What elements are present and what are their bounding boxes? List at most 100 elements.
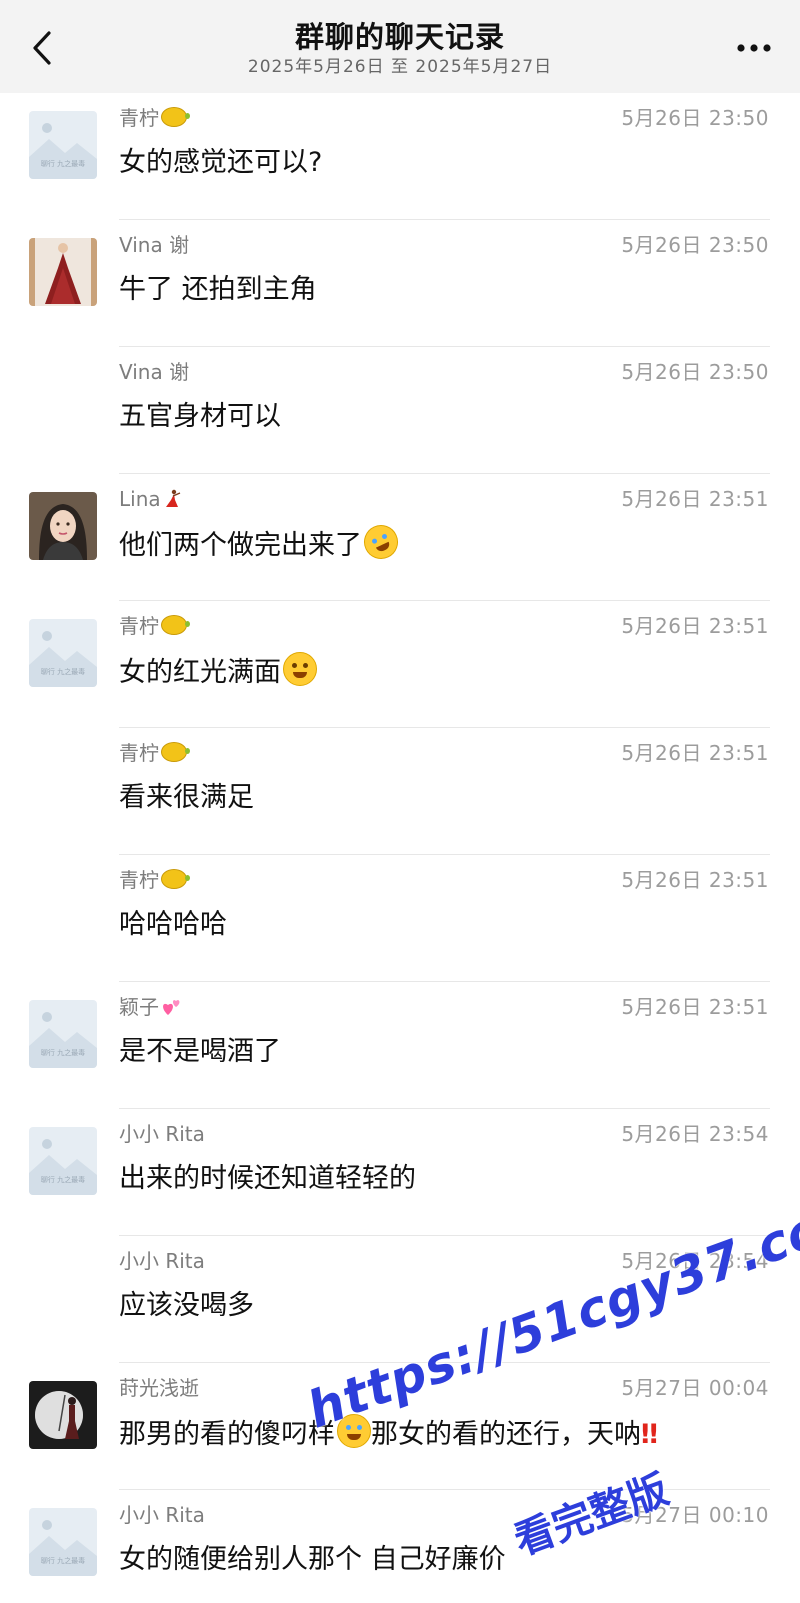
sender-name-text: Vina 谢 [119, 360, 190, 384]
rolling-laugh-emoji-icon [358, 519, 404, 565]
sender-name-text: 小小 Rita [119, 1503, 205, 1527]
more-options-button[interactable] [730, 26, 778, 70]
message-text[interactable]: 他们两个做完出来了 [119, 519, 404, 565]
avatar[interactable]: 聊行 九之最毒 [29, 619, 97, 687]
message-item[interactable]: 青柠 5月26日 23:51 哈哈哈哈 [0, 855, 800, 982]
message-item[interactable]: 聊行 九之最毒 青柠 5月26日 23:50 女的感觉还可以? [0, 93, 800, 220]
message-time: 5月26日 23:50 [621, 360, 769, 384]
avatar[interactable]: 聊行 九之最毒 [29, 111, 97, 179]
date-range: 2025年5月26日 至 2025年5月27日 [247, 57, 553, 77]
sender-name: Lina [119, 484, 183, 514]
message-item[interactable]: 聊行 九之最毒 小小 Rita 5月27日 00:10 女的随便给别人那个 自己好廉价 [0, 1490, 800, 1603]
sender-name: 青柠 [119, 103, 190, 133]
message-text-content: 是不是喝酒了 [119, 1036, 281, 1067]
sender-name: 颖子 [119, 992, 183, 1022]
sender-name: 莳光浅逝 [119, 1373, 199, 1403]
sender-name-text: 青柠 [119, 868, 159, 892]
message-text[interactable]: 是不是喝酒了 [119, 1033, 281, 1071]
sender-name-text: Vina 谢 [119, 233, 190, 257]
page-title: 群聊的聊天记录 [294, 20, 505, 54]
dancer-emoji-icon [165, 489, 180, 507]
message-text-content: 女的随便给别人那个 自己好廉价 [119, 1544, 506, 1575]
sender-name-text: 莳光浅逝 [119, 1376, 199, 1400]
sender-name-text: 小小 Rita [119, 1122, 205, 1146]
svg-text:聊行 九之最毒: 聊行 九之最毒 [41, 1556, 85, 1565]
message-text-content: 那男的看的傻叼样 [119, 1419, 335, 1450]
message-time: 5月26日 23:51 [621, 487, 769, 511]
svg-text:聊行 九之最毒: 聊行 九之最毒 [41, 667, 85, 676]
message-text[interactable]: 看来很满足 [119, 779, 254, 817]
double-exclamation-icon: ‼ [641, 1419, 658, 1450]
top-bar: 群聊的聊天记录 2025年5月26日 至 2025年5月27日 [0, 0, 800, 93]
message-text[interactable]: 女的感觉还可以? [119, 144, 322, 182]
message-text[interactable]: 应该没喝多 [119, 1287, 254, 1325]
chevron-left-icon [33, 31, 51, 65]
message-text-content: 牛了 还拍到主角 [119, 274, 317, 305]
message-item[interactable]: 聊行 九之最毒 颖子 5月26日 23:51 是不是喝酒了 [0, 982, 800, 1109]
message-item[interactable]: 聊行 九之最毒 小小 Rita 5月26日 23:54 出来的时候还知道轻轻的 [0, 1109, 800, 1236]
sender-name-text: 青柠 [119, 741, 159, 765]
message-text-content: 哈哈哈哈 [119, 909, 227, 940]
sender-name-text: 青柠 [119, 106, 159, 130]
message-text[interactable]: 出来的时候还知道轻轻的 [119, 1160, 416, 1198]
sender-name: 小小 Rita [119, 1119, 205, 1149]
message-text[interactable]: 哈哈哈哈 [119, 906, 227, 944]
message-item[interactable]: Lina 5月26日 23:51 他们两个做完出来了 [0, 474, 800, 601]
sender-name-text: Lina [119, 487, 161, 511]
sender-name: 小小 Rita [119, 1246, 205, 1276]
message-text[interactable]: 五官身材可以 [119, 398, 281, 436]
message-text-content: 应该没喝多 [119, 1290, 254, 1321]
sender-name: Vina 谢 [119, 230, 189, 260]
sender-name: 青柠 [119, 738, 190, 768]
avatar[interactable]: 聊行 九之最毒 [29, 1000, 97, 1068]
message-text[interactable]: 女的随便给别人那个 自己好廉价 [119, 1541, 506, 1579]
message-text[interactable]: 牛了 还拍到主角 [119, 271, 317, 309]
message-time: 5月26日 23:50 [621, 106, 769, 130]
svg-text:聊行 九之最毒: 聊行 九之最毒 [41, 159, 85, 168]
sender-name: 小小 Rita [119, 1500, 205, 1530]
sender-name: Vina 谢 [119, 357, 189, 387]
sender-name-text: 青柠 [119, 614, 159, 638]
avatar[interactable] [29, 1381, 97, 1449]
two-hearts-emoji-icon [163, 1000, 180, 1015]
message-time: 5月26日 23:51 [621, 868, 769, 892]
message-time: 5月26日 23:51 [621, 741, 769, 765]
sender-name: 青柠 [119, 865, 190, 895]
thinking-face-emoji-icon [283, 652, 317, 686]
message-item[interactable]: 聊行 九之最毒 青柠 5月26日 23:51 女的红光满面 [0, 601, 800, 728]
message-text-continued: 那女的看的还行，天呐 [371, 1419, 641, 1450]
more-dots-icon [737, 44, 771, 52]
message-item[interactable]: Vina 谢 5月26日 23:50 五官身材可以 [0, 347, 800, 474]
lemon-emoji-icon [161, 742, 190, 762]
avatar[interactable]: 聊行 九之最毒 [29, 1508, 97, 1576]
message-text-content: 女的红光满面 [119, 657, 281, 688]
message-time: 5月26日 23:50 [621, 233, 769, 257]
sender-name-text: 小小 Rita [119, 1249, 205, 1273]
message-item[interactable]: 青柠 5月26日 23:51 看来很满足 [0, 728, 800, 855]
lemon-emoji-icon [161, 869, 190, 889]
sender-name-text: 颖子 [119, 995, 159, 1019]
avatar[interactable] [29, 238, 97, 306]
svg-text:聊行 九之最毒: 聊行 九之最毒 [41, 1175, 85, 1184]
message-time: 5月26日 23:51 [621, 614, 769, 638]
header-title-group: 群聊的聊天记录 2025年5月26日 至 2025年5月27日 [150, 18, 650, 78]
message-text-content: 女的感觉还可以? [119, 147, 323, 178]
sender-name: 青柠 [119, 611, 190, 641]
message-text-content: 五官身材可以 [119, 401, 281, 432]
message-text[interactable]: 那男的看的傻叼样 那女的看的还行，天呐‼ [119, 1414, 658, 1454]
message-text-content: 出来的时候还知道轻轻的 [119, 1163, 416, 1194]
lemon-emoji-icon [161, 615, 190, 635]
svg-text:聊行 九之最毒: 聊行 九之最毒 [41, 1048, 85, 1057]
avatar[interactable]: 聊行 九之最毒 [29, 1127, 97, 1195]
message-time: 5月26日 23:51 [621, 995, 769, 1019]
message-text-content: 他们两个做完出来了 [119, 530, 362, 561]
avatar[interactable] [29, 492, 97, 560]
message-text-content: 看来很满足 [119, 782, 254, 813]
message-time: 5月27日 00:04 [621, 1376, 769, 1400]
lemon-emoji-icon [161, 107, 190, 127]
chat-history-page: 群聊的聊天记录 2025年5月26日 至 2025年5月27日 聊行 九之最毒青… [0, 0, 800, 1603]
message-text[interactable]: 女的红光满面 [119, 652, 317, 692]
back-button[interactable] [22, 22, 62, 74]
message-item[interactable]: Vina 谢 5月26日 23:50 牛了 还拍到主角 [0, 220, 800, 347]
message-time: 5月26日 23:54 [621, 1122, 769, 1146]
